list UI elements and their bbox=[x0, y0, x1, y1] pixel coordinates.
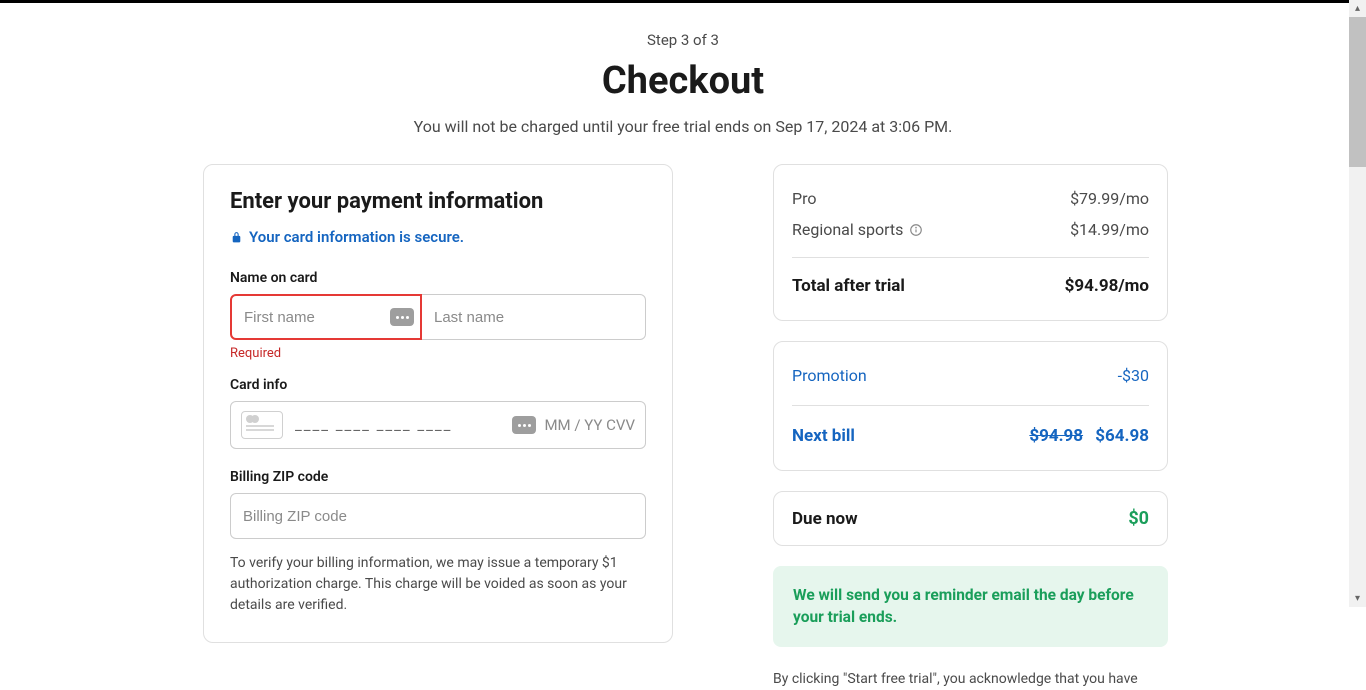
next-bill-strike: $94.98 bbox=[1029, 426, 1083, 446]
scrollbar[interactable]: ▴ ▾ bbox=[1349, 0, 1366, 607]
card-number-placeholder: ____ ____ ____ ____ bbox=[295, 416, 500, 434]
legal-text: By clicking "Start free trial", you ackn… bbox=[773, 669, 1168, 690]
payment-form-card: Enter your payment information Your card… bbox=[203, 164, 673, 643]
promotion-card: Promotion -$30 Next bill $94.98 $64.98 bbox=[773, 341, 1168, 471]
summary-item-pro: Pro $79.99/mo bbox=[792, 183, 1149, 214]
promo-row: Promotion -$30 bbox=[792, 360, 1149, 391]
card-icon bbox=[241, 411, 283, 439]
total-value: $94.98/mo bbox=[1065, 276, 1149, 296]
secure-text: Your card information is secure. bbox=[249, 228, 464, 246]
step-indicator: Step 3 of 3 bbox=[203, 31, 1163, 49]
next-bill-row: Next bill $94.98 $64.98 bbox=[792, 420, 1149, 452]
next-bill-value: $64.98 bbox=[1095, 426, 1149, 446]
secure-line: Your card information is secure. bbox=[230, 228, 646, 246]
summary-item-price: $79.99/mo bbox=[1070, 189, 1149, 208]
scroll-thumb[interactable] bbox=[1349, 17, 1366, 167]
card-info-input[interactable]: ____ ____ ____ ____ MM / YY CVV bbox=[230, 401, 646, 449]
password-manager-icon[interactable] bbox=[512, 416, 536, 434]
exp-cvv-placeholder: MM / YY CVV bbox=[544, 416, 635, 434]
summary-item-price: $14.99/mo bbox=[1070, 220, 1149, 239]
divider bbox=[792, 257, 1149, 258]
zip-label: Billing ZIP code bbox=[230, 469, 646, 485]
promo-value: -$30 bbox=[1118, 366, 1149, 385]
reminder-banner: We will send you a reminder email the da… bbox=[773, 566, 1168, 647]
order-summary-card: Pro $79.99/mo Regional sports $14.99/mo bbox=[773, 164, 1168, 321]
scroll-down-arrow[interactable]: ▾ bbox=[1355, 590, 1360, 607]
last-name-input[interactable] bbox=[422, 294, 646, 340]
next-bill-label: Next bill bbox=[792, 426, 855, 446]
page-title: Checkout bbox=[203, 59, 1163, 103]
lock-icon bbox=[230, 231, 243, 244]
info-icon[interactable] bbox=[909, 223, 923, 237]
zip-input[interactable] bbox=[230, 493, 646, 539]
first-name-error: Required bbox=[230, 346, 646, 361]
summary-item-regional: Regional sports $14.99/mo bbox=[792, 214, 1149, 245]
summary-total-row: Total after trial $94.98/mo bbox=[792, 270, 1149, 302]
summary-item-label: Regional sports bbox=[792, 220, 903, 239]
password-manager-icon[interactable] bbox=[390, 308, 414, 326]
due-now-card: Due now $0 bbox=[773, 491, 1168, 546]
divider bbox=[792, 405, 1149, 406]
total-label: Total after trial bbox=[792, 276, 905, 296]
summary-item-label: Pro bbox=[792, 189, 816, 208]
card-info-label: Card info bbox=[230, 377, 646, 393]
due-now-value: $0 bbox=[1128, 508, 1149, 529]
trial-subtitle: You will not be charged until your free … bbox=[203, 117, 1163, 136]
name-on-card-label: Name on card bbox=[230, 270, 646, 286]
payment-heading: Enter your payment information bbox=[230, 189, 646, 214]
promo-label: Promotion bbox=[792, 366, 867, 385]
scroll-up-arrow[interactable]: ▴ bbox=[1355, 0, 1360, 17]
due-now-label: Due now bbox=[792, 509, 858, 529]
